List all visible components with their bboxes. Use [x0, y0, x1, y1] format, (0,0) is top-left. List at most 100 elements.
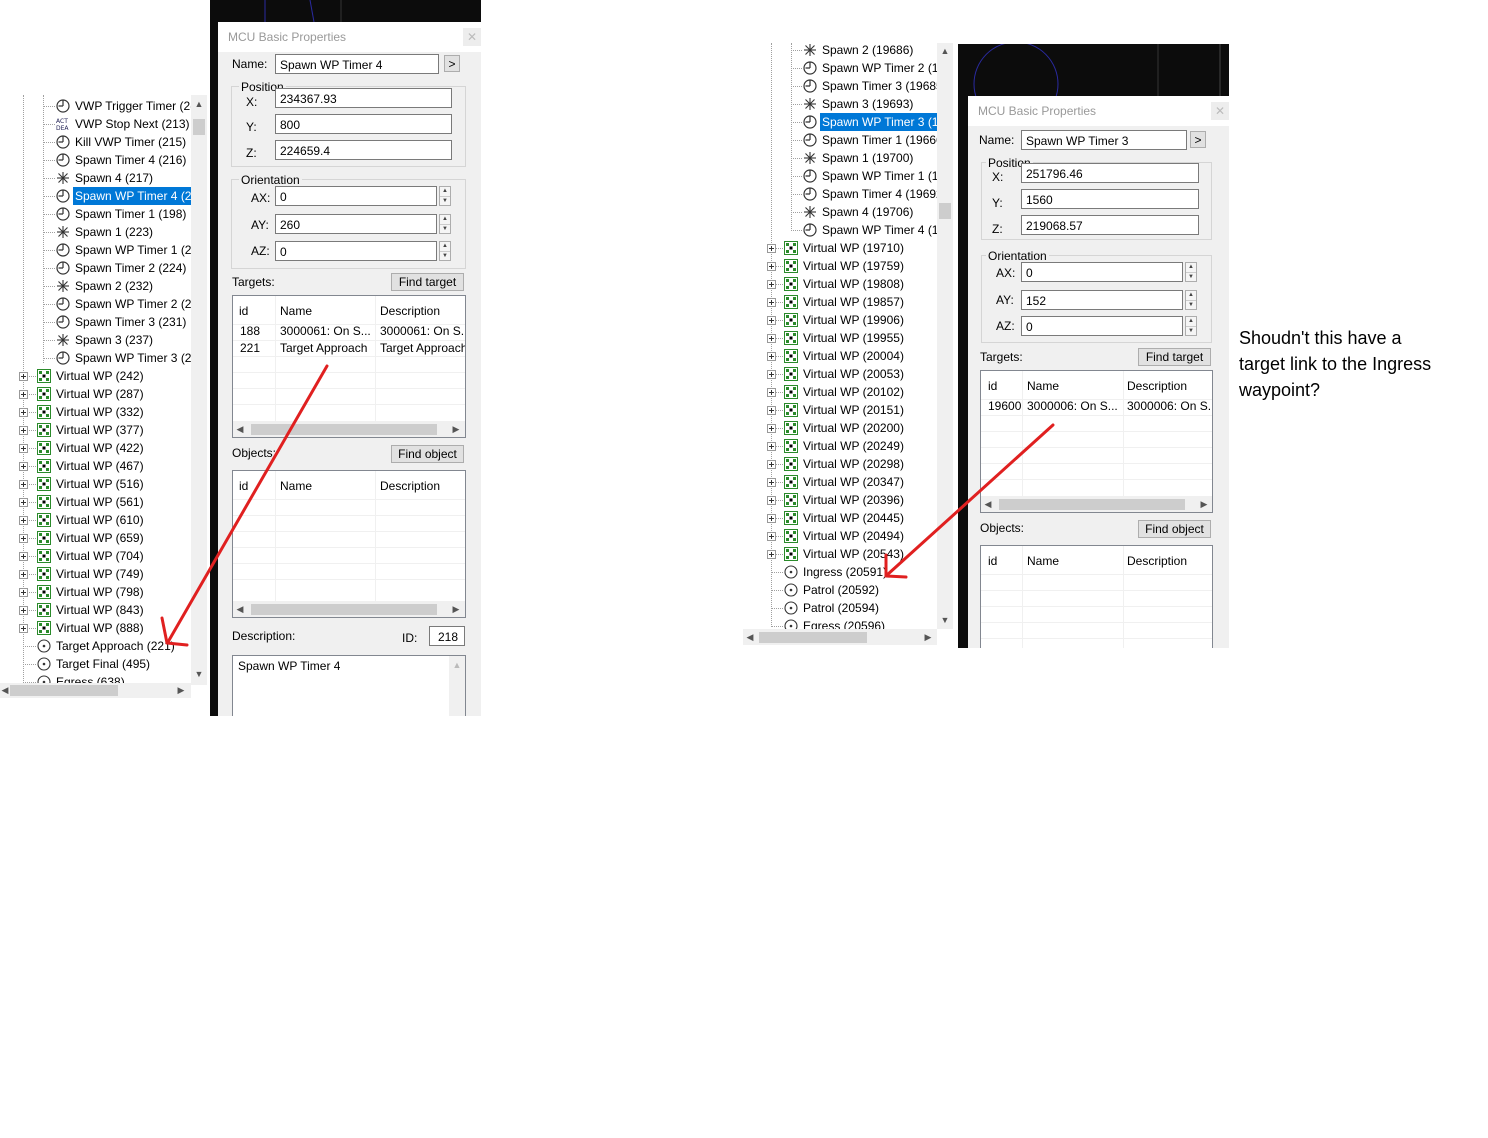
tree-item[interactable]: Spawn WP Timer 1 (1! — [743, 167, 942, 185]
tree-item[interactable]: Spawn Timer 4 (19692 — [743, 185, 943, 203]
target-id[interactable]: 221 — [240, 341, 260, 355]
az-spinner[interactable]: ▲ ▼ — [1185, 316, 1197, 336]
tree-item[interactable]: Spawn 4 (19706) — [743, 203, 937, 221]
tree-item[interactable]: Virtual WP (19955) — [743, 329, 937, 347]
close-icon[interactable]: ✕ — [1211, 102, 1229, 120]
tree-item[interactable]: Spawn 2 (232) — [0, 277, 191, 295]
find-target-button[interactable]: Find target — [1138, 348, 1211, 366]
tree-item[interactable]: Virtual WP (242) — [0, 367, 191, 385]
expand-plus-icon[interactable] — [767, 280, 776, 289]
scroll-up-icon[interactable]: ▲ — [452, 660, 462, 670]
tree-item[interactable]: Spawn Timer 3 (19685 — [743, 77, 943, 95]
tree-item[interactable]: Spawn WP Timer 4 (2 — [0, 187, 194, 205]
expand-plus-icon[interactable] — [19, 552, 28, 561]
right-tree-view[interactable]: Spawn 2 (19686) Spawn WP Timer 2 (1! Spawn… — [743, 43, 956, 647]
target-name[interactable]: 3000061: On S... — [280, 324, 373, 338]
description-vscroll[interactable]: ▲ — [449, 656, 465, 716]
expand-plus-icon[interactable] — [19, 624, 28, 633]
column-name[interactable]: Name — [280, 479, 312, 493]
tree-item[interactable]: Virtual WP (19906) — [743, 311, 937, 329]
tree-item[interactable]: Virtual WP (19759) — [743, 257, 937, 275]
tree-item[interactable]: Spawn WP Timer 4 (1! — [743, 221, 942, 239]
target-description[interactable]: 3000061: On S... — [380, 324, 465, 338]
objects-list[interactable]: id Name Description ◀ ▶ — [232, 470, 466, 618]
column-name[interactable]: Name — [280, 304, 312, 318]
right-tree-hscroll[interactable]: ◀ ▶ — [743, 629, 937, 645]
targets-list[interactable]: id Name Description 19600 3000006: On S.… — [980, 370, 1213, 513]
tree-item[interactable]: Virtual WP (20004) — [743, 347, 937, 365]
ax-spinner[interactable]: ▲ ▼ — [1185, 262, 1197, 282]
tree-item[interactable]: Spawn 4 (217) — [0, 169, 191, 187]
tree-item[interactable]: Virtual WP (20494) — [743, 527, 937, 545]
tree-item[interactable]: Spawn WP Timer 2 (2: — [0, 295, 195, 313]
tree-item[interactable]: Virtual WP (19857) — [743, 293, 937, 311]
ay-spinner[interactable]: ▲ ▼ — [1185, 290, 1197, 310]
tree-item[interactable]: Patrol (20594) — [743, 599, 937, 617]
left-tree-view[interactable]: VWP Trigger Timer (2(ACT DEA VWP Stop Next… — [0, 95, 208, 698]
column-description[interactable]: Description — [380, 479, 440, 493]
tree-item[interactable]: Virtual WP (332) — [0, 403, 191, 421]
description-textarea[interactable]: Spawn WP Timer 4 ▲ — [232, 655, 466, 716]
scroll-left-icon[interactable]: ◀ — [235, 424, 245, 434]
expand-plus-icon[interactable] — [19, 498, 28, 507]
y-field[interactable]: 1560 — [1021, 189, 1199, 209]
tree-item[interactable]: Virtual WP (467) — [0, 457, 191, 475]
scroll-right-icon[interactable]: ▶ — [923, 632, 933, 642]
right-tree-vscroll[interactable]: ▲ ▼ — [937, 43, 953, 629]
scroll-left-icon[interactable]: ◀ — [983, 499, 993, 509]
expand-plus-icon[interactable] — [767, 442, 776, 451]
objects-list[interactable]: id Name Description — [980, 545, 1213, 648]
tree-item[interactable]: Spawn WP Timer 3 (2: — [0, 349, 195, 367]
expand-plus-icon[interactable] — [767, 496, 776, 505]
expand-plus-icon[interactable] — [19, 426, 28, 435]
az-spinner[interactable]: ▲ ▼ — [439, 241, 451, 261]
tree-item[interactable]: Virtual WP (20151) — [743, 401, 937, 419]
tree-item[interactable]: Spawn 3 (237) — [0, 331, 191, 349]
ay-field[interactable]: 152 — [1021, 290, 1183, 310]
expand-plus-icon[interactable] — [19, 444, 28, 453]
ax-spinner[interactable]: ▲ ▼ — [439, 186, 451, 206]
expand-plus-icon[interactable] — [767, 424, 776, 433]
scroll-left-icon[interactable]: ◀ — [235, 604, 245, 614]
tree-item[interactable]: Spawn WP Timer 1 (22 — [0, 241, 198, 259]
expand-plus-icon[interactable] — [19, 480, 28, 489]
scroll-right-icon[interactable]: ▶ — [451, 604, 461, 614]
tree-item[interactable]: Virtual WP (798) — [0, 583, 191, 601]
expand-plus-icon[interactable] — [19, 606, 28, 615]
scroll-right-icon[interactable]: ▶ — [451, 424, 461, 434]
expand-plus-icon[interactable] — [19, 588, 28, 597]
scroll-right-icon[interactable]: ▶ — [176, 685, 186, 695]
tree-item[interactable]: Virtual WP (20543) — [743, 545, 937, 563]
scroll-thumb[interactable] — [759, 632, 867, 643]
tree-item[interactable]: Virtual WP (659) — [0, 529, 191, 547]
column-name[interactable]: Name — [1027, 554, 1059, 568]
tree-item[interactable]: Spawn WP Timer 2 (1! — [743, 59, 942, 77]
tree-item[interactable]: Kill VWP Timer (215) — [0, 133, 191, 151]
tree-item[interactable]: Spawn Timer 2 (224) — [0, 259, 191, 277]
targets-hscroll[interactable]: ◀ ▶ — [233, 421, 465, 437]
az-field[interactable]: 0 — [1021, 316, 1183, 336]
tree-item[interactable]: Virtual WP (422) — [0, 439, 191, 457]
map-viewport-strip[interactable] — [210, 0, 481, 22]
tree-item[interactable]: Spawn Timer 1 (198) — [0, 205, 191, 223]
tree-item[interactable]: Patrol (20592) — [743, 581, 937, 599]
expand-plus-icon[interactable] — [767, 352, 776, 361]
tree-item[interactable]: Spawn 2 (19686) — [743, 43, 937, 59]
expand-plus-icon[interactable] — [767, 388, 776, 397]
tree-item[interactable]: Virtual WP (749) — [0, 565, 191, 583]
column-id[interactable]: id — [239, 479, 248, 493]
az-field[interactable]: 0 — [275, 241, 437, 261]
tree-item[interactable]: Virtual WP (377) — [0, 421, 191, 439]
ax-field[interactable]: 0 — [1021, 262, 1183, 282]
scroll-down-icon[interactable]: ▼ — [940, 615, 950, 625]
tree-item[interactable]: Spawn 1 (19700) — [743, 149, 937, 167]
expand-plus-icon[interactable] — [767, 298, 776, 307]
left-tree-hscroll[interactable]: ◀ ▶ — [0, 683, 191, 698]
column-name[interactable]: Name — [1027, 379, 1059, 393]
name-field[interactable]: Spawn WP Timer 3 — [1021, 130, 1187, 150]
tree-item[interactable]: Virtual WP (20053) — [743, 365, 937, 383]
name-expand-button[interactable]: > — [1190, 131, 1206, 148]
expand-plus-icon[interactable] — [767, 550, 776, 559]
tree-item[interactable]: Target Approach (221) — [0, 637, 191, 655]
expand-plus-icon[interactable] — [767, 262, 776, 271]
